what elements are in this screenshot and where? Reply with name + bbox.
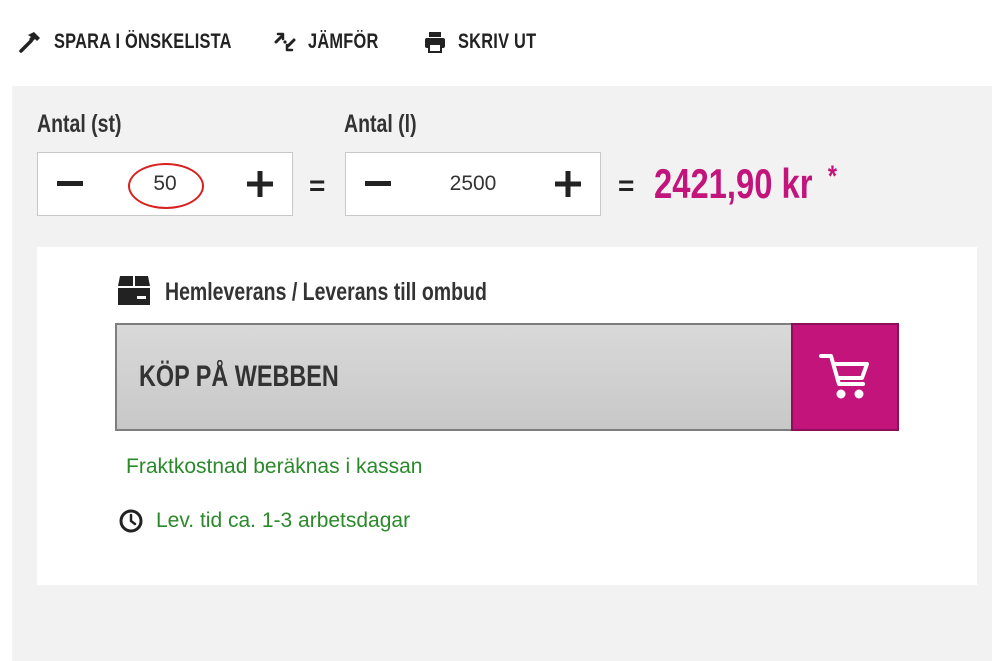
delivery-heading: Hemleverans / Leverans till ombud	[117, 274, 578, 310]
quantity-units-label: Antal (st)	[37, 110, 122, 138]
top-action-bar: SPARA I ÖNSKELISTA JÄMFÖR SKRIV UT	[0, 0, 992, 86]
equals-sign-2: =	[618, 170, 635, 201]
compare-arrows-icon	[272, 29, 298, 55]
clock-icon	[119, 509, 143, 533]
package-box-icon	[117, 274, 151, 311]
equals-sign: =	[309, 170, 326, 201]
quantity-liters-input[interactable]: 2500	[416, 153, 530, 215]
compare-label: JÄMFÖR	[308, 30, 379, 53]
price-asterisk: *	[827, 160, 837, 193]
minus-icon	[57, 181, 83, 186]
minus-icon	[365, 181, 391, 186]
wishlist-label: SPARA I ÖNSKELISTA	[54, 30, 232, 53]
quantity-units-decrease-button[interactable]	[40, 153, 100, 215]
freight-cost-note: Fraktkostnad beräknas i kassan	[126, 455, 423, 478]
add-to-cart-button[interactable]	[791, 323, 899, 431]
printer-icon	[422, 29, 448, 55]
print-button[interactable]: SKRIV UT	[422, 24, 558, 60]
hammer-icon	[18, 29, 44, 55]
save-to-wishlist-button[interactable]: SPARA I ÖNSKELISTA	[18, 24, 282, 60]
print-label: SKRIV UT	[458, 30, 537, 53]
buy-online-button[interactable]: KÖP PÅ WEBBEN	[115, 323, 899, 431]
delivery-title: Hemleverans / Leverans till ombud	[165, 277, 487, 306]
buy-online-label-area[interactable]: KÖP PÅ WEBBEN	[115, 323, 791, 431]
quantity-liters-decrease-button[interactable]	[348, 153, 408, 215]
quantity-liters-increase-button[interactable]	[538, 153, 598, 215]
delivery-time: Lev. tid ca. 1-3 arbetsdagar	[118, 508, 410, 534]
quantity-liters-stepper: 2500	[345, 152, 601, 216]
plus-icon	[247, 171, 273, 197]
compare-button[interactable]: JÄMFÖR	[272, 24, 398, 60]
delivery-time-text: Lev. tid ca. 1-3 arbetsdagar	[156, 509, 411, 532]
quantity-units-stepper: 50	[37, 152, 293, 216]
price-amount: 2421,90 kr	[654, 160, 813, 207]
quantity-liters-label: Antal (l)	[344, 110, 417, 138]
total-price: 2421,90 kr *	[654, 160, 837, 208]
buy-online-label: KÖP PÅ WEBBEN	[139, 360, 339, 393]
quantity-units-increase-button[interactable]	[230, 153, 290, 215]
shopping-cart-icon	[819, 354, 869, 399]
quantity-units-input[interactable]: 50	[108, 153, 222, 215]
plus-icon	[555, 171, 581, 197]
